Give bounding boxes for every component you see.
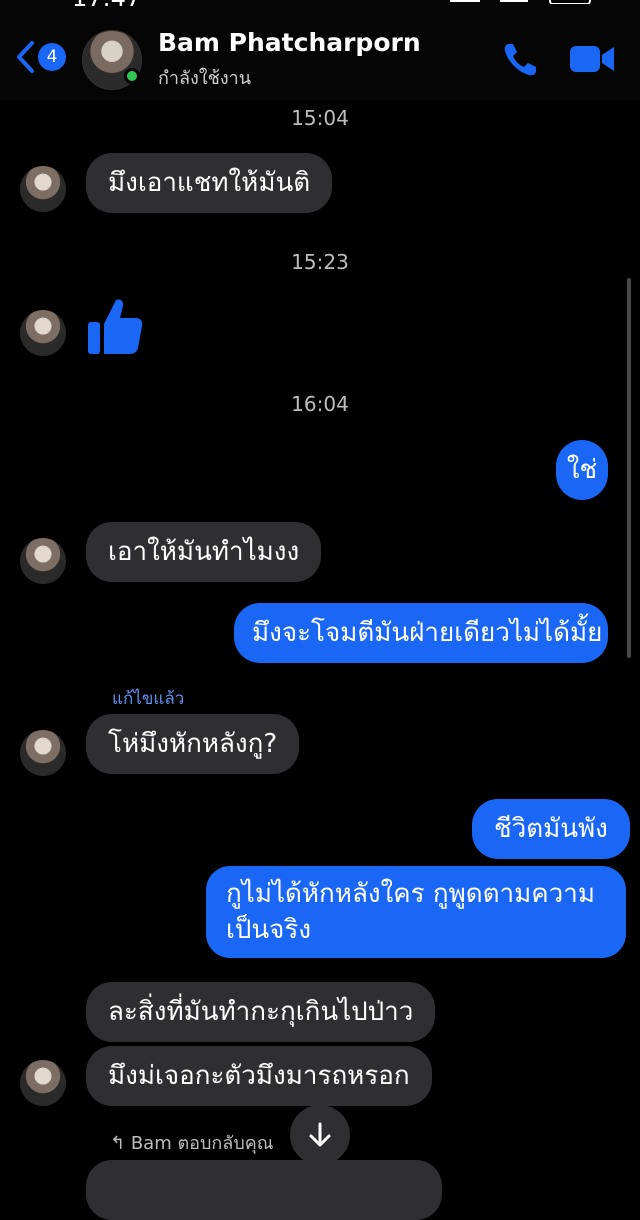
back-button[interactable]: 4	[14, 40, 66, 74]
reply-arrow-icon: ↰	[110, 1133, 126, 1154]
scroll-to-bottom-button[interactable]	[290, 1105, 350, 1165]
unread-badge: 4	[38, 43, 66, 71]
message-bubble-multiline[interactable]: กูไม่ได้หักหลังใคร กูพูดตามความ เป็นจริง	[206, 866, 626, 958]
avatar[interactable]	[20, 730, 66, 776]
online-indicator	[124, 68, 140, 84]
chevron-left-icon	[17, 41, 34, 73]
reply-label: Bam ตอบกลับคุณ	[130, 1133, 274, 1154]
thumbs-up-icon[interactable]	[86, 296, 144, 356]
arrow-down-icon	[309, 1122, 331, 1147]
status-indicators-icon	[450, 0, 591, 4]
avatar[interactable]	[20, 166, 66, 212]
avatar[interactable]	[20, 1060, 66, 1106]
avatar[interactable]	[20, 310, 66, 356]
contact-name[interactable]: Bam Phatcharporn	[158, 28, 421, 57]
scrollbar[interactable]	[627, 278, 631, 658]
message-bubble[interactable]: เอาให้มันทำไมงง	[86, 522, 322, 582]
status-time: 17:47	[72, 0, 141, 12]
message-line: เป็นจริง	[226, 915, 312, 945]
message-bubble[interactable]: ใช่	[556, 440, 608, 500]
message-bubble[interactable]: โห่มึงหักหลังกู?	[86, 714, 300, 774]
message-bubble[interactable]: มึงม่เจอกะตัวมึงมารถหรอก	[86, 1046, 432, 1106]
edited-label: แก้ไขแล้ว	[112, 689, 185, 709]
timestamp: 15:23	[291, 250, 349, 274]
timestamp: 15:04	[291, 106, 349, 130]
message-bubble[interactable]: ชีวิตมันพัง	[472, 799, 630, 859]
message-bubble-partial[interactable]	[86, 1160, 442, 1220]
timestamp: 16:04	[291, 392, 349, 416]
phone-icon[interactable]	[500, 40, 540, 80]
avatar[interactable]	[20, 538, 66, 584]
chat-header: 17:47 4 Bam Phatcharporn กำลังใช้งาน	[0, 0, 640, 100]
reply-indicator: ↰ Bam ตอบกลับคุณ	[110, 1128, 273, 1157]
message-bubble[interactable]: มึงจะโจมตีมันฝ่ายเดียวไม่ได้มั้ย	[234, 603, 608, 663]
contact-status: กำลังใช้งาน	[158, 68, 252, 89]
video-camera-icon[interactable]	[568, 42, 616, 76]
message-bubble[interactable]: ละสิ่งที่มันทำกะกุเกินไปป่าว	[86, 982, 436, 1042]
message-line: กูไม่ได้หักหลังใคร กูพูดตามความ	[226, 879, 596, 909]
message-bubble[interactable]: มึงเอาแชทให้มันติ	[86, 153, 333, 213]
